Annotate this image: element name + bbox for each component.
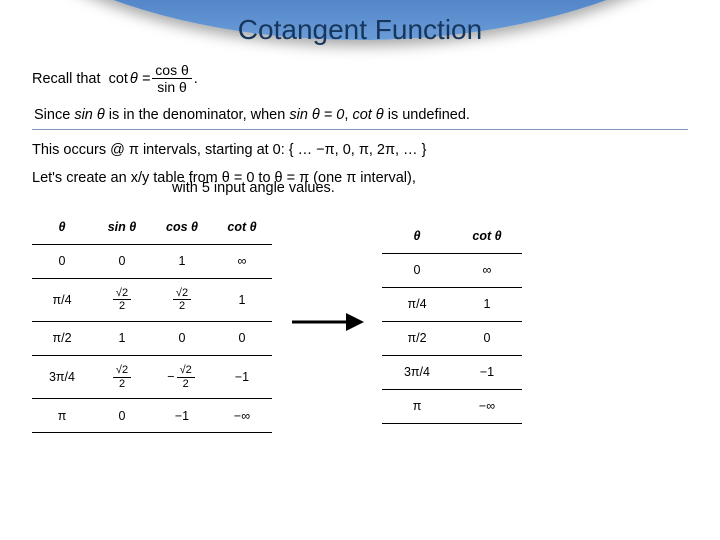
cell-sin: 0 [92,244,152,278]
p1g: is undefined. [384,107,470,123]
slide-content: Cotangent Function Recall that cot θ = c… [0,0,720,433]
table-row: π/41 [382,287,522,321]
cell-theta: π/2 [32,321,92,355]
summary-table-header-row: θ cot θ [382,219,522,253]
cell-cot: −∞ [452,389,522,423]
table-row: π/20 [382,321,522,355]
table-row: π/2100 [32,321,272,355]
cell-cot: 0 [452,321,522,355]
cell-cot: −1 [212,355,272,398]
cell-theta: π/4 [32,278,92,321]
cell-cot: 1 [452,287,522,321]
summary-table-body: 0∞π/41π/203π/4−1π−∞ [382,253,522,423]
table-row: 3π/4−1 [382,355,522,389]
cell-sin: √22 [92,355,152,398]
cell-cot: ∞ [452,253,522,287]
cell-sin: 1 [92,321,152,355]
arrow-icon [290,307,364,337]
recall-eq: θ = [130,71,150,87]
full-table: θ sin θ cos θ cot θ 001∞π/4√22√221π/2100… [32,210,272,433]
p1b: sin θ [74,107,104,123]
cell-theta: π/2 [382,321,452,355]
page-title: Cotangent Function [32,14,688,46]
full-table-header-row: θ sin θ cos θ cot θ [32,210,272,244]
cell-cot: 0 [212,321,272,355]
cell-theta: 3π/4 [32,355,92,398]
para-intervals: This occurs @ π intervals, starting at 0… [32,142,688,158]
cell-theta: π [32,399,92,433]
cell-theta: 3π/4 [382,355,452,389]
p1c: is in the denominator, when [105,107,290,123]
tables-container: θ sin θ cos θ cot θ 001∞π/4√22√221π/2100… [32,210,688,433]
para-denom: Since sin θ is in the denominator, when … [32,107,688,130]
para-denom-row: Since sin θ is in the denominator, when … [32,107,688,130]
cell-cot: −∞ [212,399,272,433]
cell-theta: 0 [382,253,452,287]
para2-text: This occurs @ π intervals, starting at 0… [32,142,426,158]
cell-cos: −1 [152,399,212,433]
cell-cot: −1 [452,355,522,389]
cell-cos: 0 [152,321,212,355]
th-sin: sin θ [92,210,152,244]
table-row: 0∞ [382,253,522,287]
recall-cot: cot [109,71,128,87]
recall-prefix: Recall that [32,71,101,87]
cell-cos: 1 [152,244,212,278]
cell-theta: π/4 [382,287,452,321]
recall-line: Recall that cot θ = cos θ sin θ . [32,62,688,95]
cell-sin: √22 [92,278,152,321]
table-row: 3π/4√22−√22−1 [32,355,272,398]
cell-cos: −√22 [152,355,212,398]
th-theta: θ [32,210,92,244]
cell-theta: π [382,389,452,423]
recall-fraction: cos θ sin θ [152,62,191,95]
cell-sin: 0 [92,399,152,433]
table-row: π0−1−∞ [32,399,272,433]
recall-frac-num: cos θ [152,62,191,79]
table-row: π/4√22√221 [32,278,272,321]
cell-cot: ∞ [212,244,272,278]
th-cot: cot θ [212,210,272,244]
th2-cot: cot θ [452,219,522,253]
cell-theta: 0 [32,244,92,278]
p1d: sin θ = 0 [289,107,344,123]
p1f: cot θ [352,107,383,123]
recall-period: . [194,71,198,87]
table-row: π−∞ [382,389,522,423]
recall-frac-den: sin θ [154,79,190,95]
para3b-text: with 5 input angle values. [172,180,335,196]
th-cos: cos θ [152,210,212,244]
p1a: Since [34,107,74,123]
table-row: 001∞ [32,244,272,278]
cell-cos: √22 [152,278,212,321]
full-table-body: 001∞π/4√22√221π/21003π/4√22−√22−1π0−1−∞ [32,244,272,433]
cell-cot: 1 [212,278,272,321]
summary-table: θ cot θ 0∞π/41π/203π/4−1π−∞ [382,219,522,424]
th2-theta: θ [382,219,452,253]
